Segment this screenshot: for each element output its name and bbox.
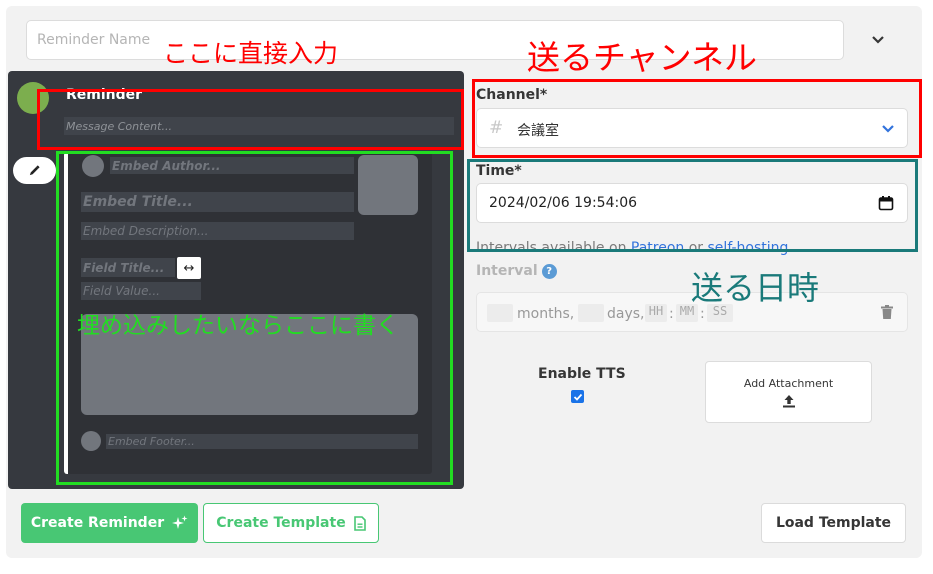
upload-icon <box>783 395 795 408</box>
chevron-down-icon <box>882 125 894 133</box>
channel-value: 会議室 <box>517 123 559 139</box>
help-icon[interactable]: ? <box>541 263 557 279</box>
embed-field-value-input[interactable] <box>81 282 201 300</box>
create-reminder-button[interactable]: Create Reminder <box>21 503 198 543</box>
field-inline-toggle[interactable]: ↔ <box>177 257 201 279</box>
channel-select[interactable]: # 会議室 <box>476 108 908 148</box>
embed-description-input[interactable] <box>81 222 354 240</box>
tts-checkbox[interactable] <box>571 390 584 403</box>
calendar-icon[interactable] <box>878 195 894 211</box>
months-input[interactable] <box>487 304 513 322</box>
patreon-link[interactable]: Patreon <box>631 240 684 256</box>
tts-label: Enable TTS <box>538 366 626 382</box>
hint-text: Intervals available on <box>476 240 631 256</box>
embed-footer-icon[interactable] <box>81 431 101 451</box>
file-icon <box>353 515 366 531</box>
create-template-button[interactable]: Create Template <box>203 503 379 543</box>
eyedropper-icon <box>29 165 40 176</box>
time-value: 2024/02/06 19:54:06 <box>489 195 638 211</box>
days-label: days, <box>607 306 645 322</box>
avatar[interactable] <box>17 82 49 114</box>
time-input[interactable]: 2024/02/06 19:54:06 <box>476 183 908 223</box>
days-input[interactable] <box>578 304 604 322</box>
months-label: months, <box>517 306 575 322</box>
check-icon <box>573 393 582 401</box>
embed-author-icon[interactable] <box>82 155 104 177</box>
sparkles-icon <box>172 515 188 529</box>
trash-icon[interactable] <box>881 305 893 319</box>
hours-input[interactable]: HH <box>645 304 667 322</box>
add-attachment-button[interactable]: Add Attachment <box>705 361 872 423</box>
chevron-down-icon <box>872 36 884 44</box>
embed-author-input[interactable] <box>110 157 354 174</box>
embed-field-title-input[interactable] <box>81 258 175 277</box>
embed-color-button[interactable] <box>13 157 56 184</box>
embed-thumbnail[interactable] <box>358 155 418 215</box>
embed-title-input[interactable] <box>81 192 354 212</box>
interval-label: Interval? <box>476 263 557 279</box>
add-attachment-label: Add Attachment <box>743 377 834 390</box>
create-reminder-label: Create Reminder <box>30 515 165 531</box>
interval-hint: Intervals available on Patreon or self-h… <box>476 240 788 256</box>
message-content-input[interactable] <box>64 117 454 135</box>
separator: : <box>669 306 674 322</box>
create-template-label: Create Template <box>216 515 346 531</box>
time-label: Time* <box>476 163 522 179</box>
annotation-embed: 埋め込みしたいならここに書く <box>77 313 399 339</box>
embed-footer-input[interactable] <box>106 434 418 449</box>
load-template-button[interactable]: Load Template <box>761 503 906 543</box>
self-hosting-link[interactable]: self-hosting <box>708 240 789 256</box>
expand-toggle-button[interactable] <box>860 26 896 54</box>
annotation-channel: 送るチャンネル <box>527 38 758 77</box>
annotation-datetime: 送る日時 <box>691 269 820 307</box>
hash-icon: # <box>489 118 504 138</box>
hint-text-or: or <box>684 240 708 256</box>
bot-username[interactable]: Reminder <box>66 87 142 103</box>
channel-label: Channel* <box>476 87 548 103</box>
annotation-direct-input: ここに直接入力 <box>163 39 339 68</box>
load-template-label: Load Template <box>775 515 892 531</box>
interval-label-text: Interval <box>476 263 538 279</box>
